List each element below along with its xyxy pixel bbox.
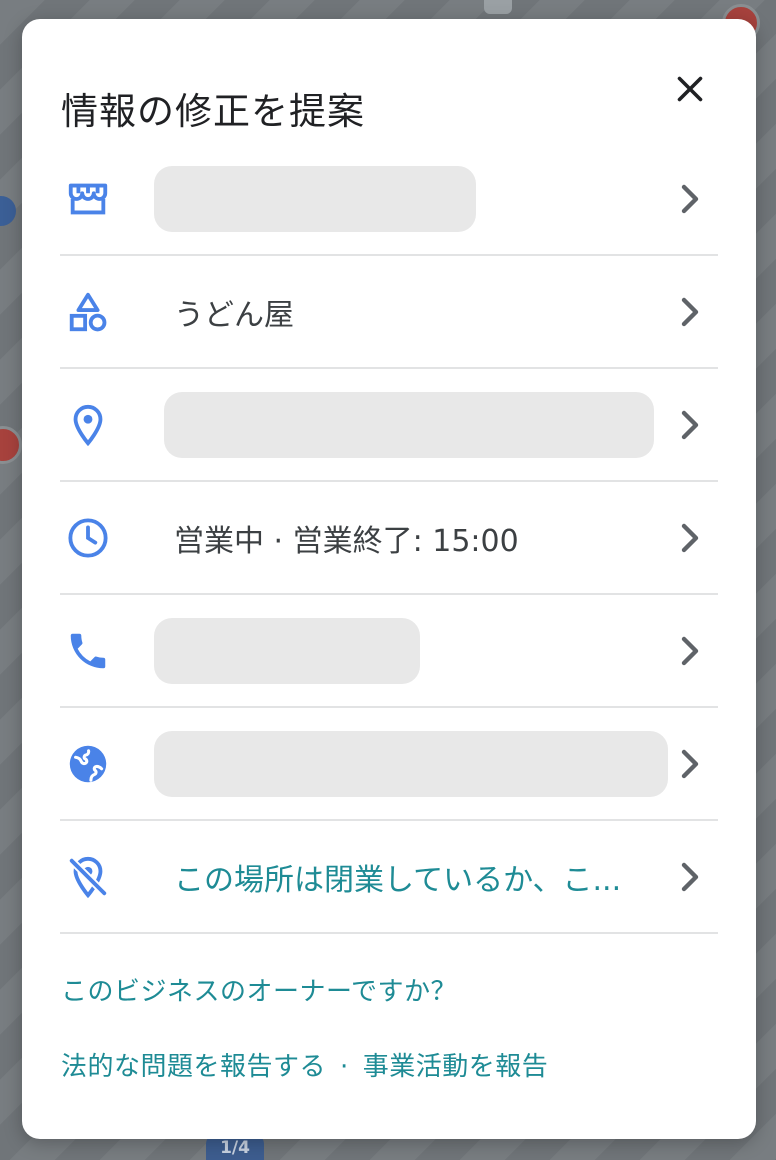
location-off-icon: [62, 851, 114, 903]
edit-row-hours[interactable]: 営業中 · 営業終了: 15:00: [60, 482, 718, 595]
chevron-right-icon: [681, 297, 699, 326]
clock-icon: [62, 512, 114, 564]
map-marker: [484, 0, 512, 14]
website-placeholder: [154, 730, 668, 797]
restaurant-pin-icon: [0, 426, 22, 464]
name-placeholder: [154, 165, 476, 232]
hours-text: 営業中 · 営業終了: 15:00: [174, 523, 519, 559]
edit-row-category[interactable]: うどん屋: [60, 256, 718, 369]
edit-row-website[interactable]: [60, 708, 718, 821]
category-text: うどん屋: [174, 297, 294, 333]
footer-separator: ·: [340, 1052, 349, 1082]
closed-link-text: この場所は閉業しているか、こ...: [174, 862, 622, 898]
chevron-right-icon: [681, 749, 699, 778]
edit-row-closed[interactable]: この場所は閉業しているか、こ...: [60, 821, 718, 934]
phone-placeholder: [154, 617, 420, 684]
dialog-title: 情報の修正を提案: [61, 90, 365, 133]
phone-icon: [62, 625, 114, 677]
chevron-right-icon: [681, 184, 699, 213]
legal-issue-link[interactable]: 法的な問題を報告する: [61, 1052, 326, 1082]
edit-row-name[interactable]: [60, 143, 718, 256]
category-icon: [62, 286, 114, 338]
suggest-edit-dialog: 情報の修正を提案 うどん屋 営業中 · 営業終了: 15:00 この場所は閉業し…: [22, 19, 756, 1139]
globe-icon: [62, 738, 114, 790]
edit-row-phone[interactable]: [60, 595, 718, 708]
storefront-icon: [62, 173, 114, 225]
edit-row-address[interactable]: [60, 369, 718, 482]
chevron-right-icon: [681, 410, 699, 439]
chevron-right-icon: [681, 862, 699, 891]
location-pin-icon: [62, 399, 114, 451]
close-icon: [677, 76, 703, 102]
close-button[interactable]: [666, 65, 714, 113]
business-activity-link[interactable]: 事業活動を報告: [363, 1052, 549, 1082]
map-pin-icon: [0, 196, 16, 226]
chevron-right-icon: [681, 636, 699, 665]
footer-links: 法的な問題を報告する · 事業活動を報告: [61, 1046, 548, 1083]
address-placeholder: [164, 391, 654, 458]
owner-link[interactable]: このビジネスのオーナーですか？: [61, 971, 457, 1008]
chevron-right-icon: [681, 523, 699, 552]
